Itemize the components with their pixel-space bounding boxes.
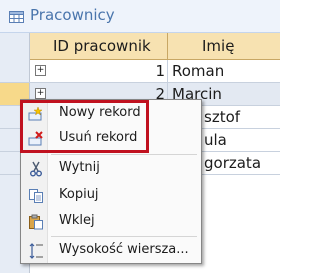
menu-item-label: Wklej [59, 213, 95, 228]
copy-icon [29, 189, 43, 203]
row-height-icon [29, 243, 43, 259]
menu-separator [51, 154, 197, 155]
cell-name[interactable]: gorzata [204, 154, 261, 172]
menu-item-cut[interactable]: Wytnij [21, 157, 201, 181]
expand-plus-icon[interactable]: + [35, 88, 46, 99]
scissors-icon [30, 161, 42, 177]
paste-icon [29, 214, 43, 230]
document-tab-bar: Pracownicy [0, 0, 280, 33]
expand-plus-icon[interactable]: + [35, 65, 46, 76]
tab-pracownicy[interactable]: Pracownicy [0, 0, 200, 33]
highlight-box [20, 100, 149, 153]
select-all-button[interactable] [0, 33, 30, 60]
table-icon [9, 11, 24, 23]
row-selector[interactable] [0, 60, 30, 82]
column-header-imie[interactable]: Imię [202, 37, 234, 55]
menu-item-label: Kopiuj [59, 187, 99, 202]
menu-item-copy[interactable]: Kopiuj [21, 184, 201, 208]
column-header-row: ID pracownik Imię [0, 33, 280, 60]
menu-item-row-height[interactable]: Wysokość wiersza... [21, 239, 201, 263]
menu-item-label: Wysokość wiersza... [59, 242, 189, 257]
cell-name[interactable]: ula [204, 131, 227, 149]
menu-separator [51, 236, 197, 237]
table-row[interactable]: + 1 Roman [0, 60, 280, 83]
tab-title: Pracownicy [30, 6, 115, 24]
column-header-id[interactable]: ID pracownik [53, 37, 151, 55]
column-divider[interactable] [167, 33, 168, 60]
cell-id[interactable]: 1 [155, 62, 165, 80]
menu-item-label: Wytnij [59, 160, 100, 175]
cell-name[interactable]: Roman [172, 62, 224, 80]
menu-item-paste[interactable]: Wklej [21, 210, 201, 234]
cell-name[interactable]: sztof [204, 108, 240, 126]
